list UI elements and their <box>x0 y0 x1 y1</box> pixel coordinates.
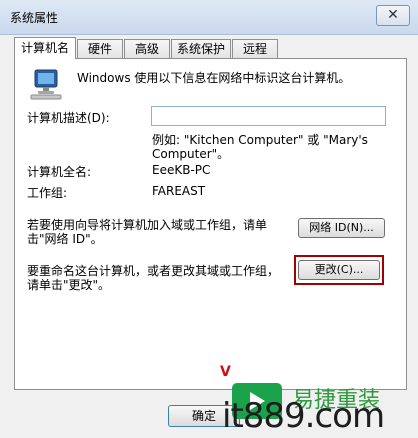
workgroup-label: 工作组: <box>27 186 68 200</box>
network-id-button[interactable]: 网络 ID(N)... <box>298 218 385 238</box>
tab-computer-name[interactable]: 计算机名 <box>14 37 76 59</box>
watermark-url: it889.com <box>222 396 385 436</box>
computer-icon <box>30 69 62 100</box>
description-input[interactable] <box>151 106 386 126</box>
tab-advanced[interactable]: 高级 <box>124 39 170 58</box>
tab-hardware[interactable]: 硬件 <box>77 39 123 58</box>
intro-text: Windows 使用以下信息在网络中标识这台计算机。 <box>77 71 351 85</box>
tab-remote[interactable]: 远程 <box>232 39 278 58</box>
full-name-value: EeeKB-PC <box>152 163 211 177</box>
full-name-label: 计算机全名: <box>27 165 92 179</box>
description-label: 计算机描述(D): <box>27 111 110 125</box>
rename-text-line2: 请单击"更改"。 <box>27 278 111 292</box>
workgroup-value: FAREAST <box>152 184 206 198</box>
tab-system-protection[interactable]: 系统保护 <box>171 39 231 58</box>
network-id-text-line2: 击"网络 ID"。 <box>27 232 103 246</box>
watermark-red-mark: V <box>220 364 231 380</box>
close-button[interactable]: ✕ <box>376 5 410 26</box>
change-button[interactable]: 更改(C)... <box>298 260 380 280</box>
description-example-line2: Computer"。 <box>152 147 230 161</box>
title-bar: 系统属性 ✕ <box>0 0 418 35</box>
computer-name-panel: Windows 使用以下信息在网络中标识这台计算机。 计算机描述(D): 例如:… <box>14 58 407 390</box>
window-title: 系统属性 <box>10 11 59 25</box>
